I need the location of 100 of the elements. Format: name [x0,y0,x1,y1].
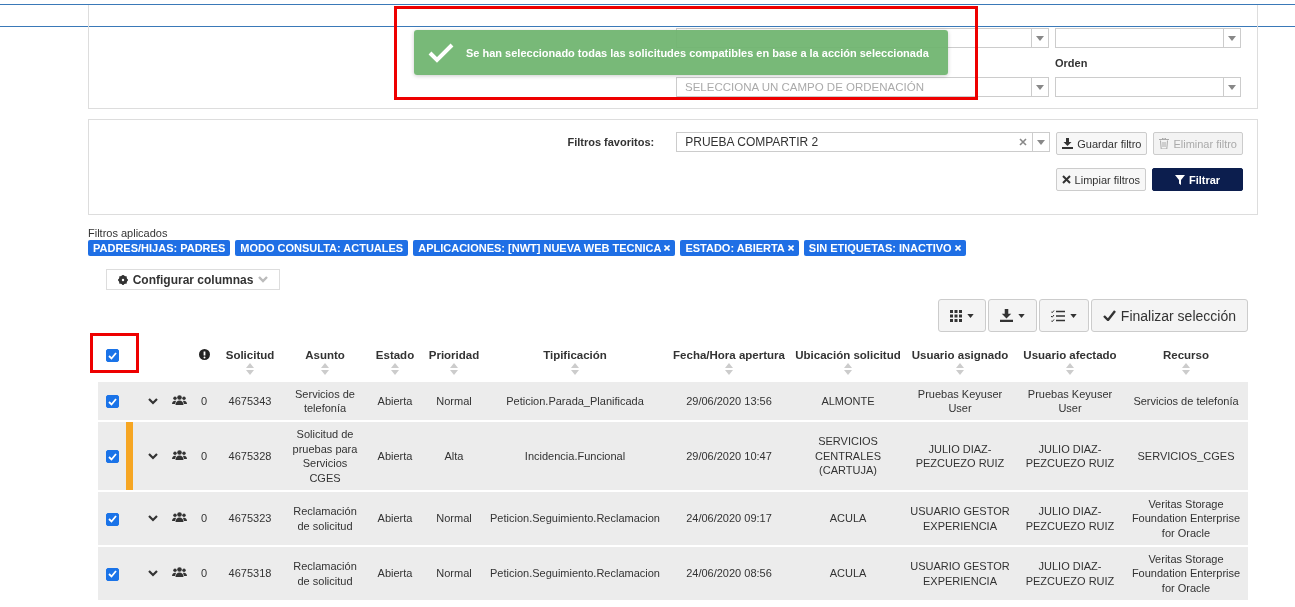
table-cell: 0 [192,491,216,546]
filter-tag: APLICACIONES: [NWT] NUEVA WEB TECNICA [413,240,676,256]
chevron-down-icon[interactable] [148,452,158,460]
users-icon [171,394,187,405]
table-cell: 4675343 [216,381,284,421]
filter-tag: ESTADO: ABIERTA [680,240,799,256]
clear-icon[interactable] [1019,138,1028,146]
chevron-down-icon [258,276,269,283]
column-header[interactable]: Usuario afectado [1023,349,1117,361]
row-checkbox[interactable] [105,512,119,526]
table-cell: Pruebas Keyuser User [1016,381,1124,421]
configure-columns-button[interactable]: Configurar columnas [106,269,280,290]
select-all-checkbox[interactable] [105,349,119,363]
table-cell: 24/06/2020 09:17 [666,491,792,546]
dropdown-arrow-icon [1228,35,1236,41]
table-cell: Abierta [366,491,424,546]
trash-icon [1159,138,1170,149]
table-cell: Peticion.Seguimiento.Reclamacion [484,546,666,600]
column-header[interactable]: Prioridad [428,349,480,361]
table-cell: 4675318 [216,546,284,600]
table-cell: SERVICIOS CENTRALES (CARTUJA) [792,421,904,491]
table-cell: 29/06/2020 13:56 [666,381,792,421]
table-cell: Abierta [366,421,424,491]
table-cell: Veritas Storage Foundation Enterprise for Oracle [1124,546,1248,600]
column-header[interactable]: Estado [375,349,415,361]
column-header[interactable]: Ubicación solicitud [795,349,901,361]
table-cell: 29/06/2020 10:47 [666,421,792,491]
column-header[interactable]: Tipificación [543,349,607,361]
column-header[interactable]: Recurso [1163,349,1209,361]
checkmark-icon [428,42,454,63]
table-cell: Servicios de telefonía [1124,381,1248,421]
chevron-down-icon[interactable] [148,515,158,523]
table-cell: 0 [192,546,216,600]
task-list-button[interactable] [1038,299,1089,332]
close-icon [1061,175,1071,184]
users-icon [171,567,187,578]
chevron-down-icon[interactable] [148,397,158,405]
table-cell: 0 [192,381,216,421]
column-header[interactable]: Asunto [305,349,345,361]
clear-filters-button[interactable]: Limpiar filtros [1055,168,1146,191]
table-cell: Reclamación de solicitud [284,491,366,546]
table-cell: Peticion.Seguimiento.Reclamacion [484,491,666,546]
caret-icon [1069,313,1077,318]
save-filter-button[interactable]: Guardar filtro [1056,132,1148,155]
checkmark-icon [1102,310,1116,321]
table-cell: JULIO DIAZ-PEZCUEZO RUIZ [1016,546,1124,600]
info-icon [198,349,210,360]
filter-tag: MODO CONSULTA: ACTUALES [235,240,409,256]
caret-icon [1017,313,1025,318]
finish-selection-button[interactable]: Finalizar selección [1090,299,1248,332]
table-cell: 4675328 [216,421,284,491]
chevron-down-icon[interactable] [148,570,158,578]
row-checkbox[interactable] [105,395,119,409]
filter-button[interactable]: Filtrar [1152,168,1243,191]
toast-message: Se han seleccionado todas las solicitudes compatibles en base a la acción seleccionada [466,46,929,59]
column-header[interactable]: Usuario asignado [911,349,1009,361]
table-cell: ACULA [792,491,904,546]
table-cell: ACULA [792,546,904,600]
row-checkbox[interactable] [105,567,119,581]
table-cell: SERVICIOS_CGES [1124,421,1248,491]
users-icon [171,512,187,523]
dropdown-arrow-icon [1228,84,1236,90]
table-cell: Reclamación de solicitud [284,546,366,600]
funnel-icon [1174,174,1185,185]
table-cell: 24/06/2020 08:56 [666,546,792,600]
highlight-frame [90,333,139,373]
table-cell: JULIO DIAZ-PEZCUEZO RUIZ [904,421,1016,491]
column-header[interactable]: Solicitud [225,349,275,361]
grid-icon [949,309,962,322]
download-icon [1062,138,1074,149]
field-label: Filtros favoritos: [567,136,655,148]
filter-tag: PADRES/HIJAS: PADRES [88,240,231,256]
column-header[interactable]: Fecha/Hora apertura [673,349,785,361]
export-button[interactable] [987,299,1037,332]
download-icon [999,309,1013,322]
table-cell: Alta [424,421,484,491]
table-cell: JULIO DIAZ-PEZCUEZO RUIZ [1016,491,1124,546]
remove-icon[interactable] [664,245,671,251]
caret-icon [966,313,974,318]
row-checkbox[interactable] [105,450,119,464]
remove-icon[interactable] [954,245,961,251]
table-cell: ALMONTE [792,381,904,421]
section-label: Filtros aplicados [88,227,169,239]
columns-view-button[interactable] [937,299,986,332]
table-cell: Abierta [366,546,424,600]
users-icon [171,449,187,460]
filter-tag: SIN ETIQUETAS: INACTIVO [803,240,966,256]
table-cell: Veritas Storage Foundation Enterprise for Oracle [1124,491,1248,546]
table-cell: JULIO DIAZ-PEZCUEZO RUIZ [1016,421,1124,491]
table-cell: USUARIO GESTOR EXPERIENCIA [904,491,1016,546]
remove-icon[interactable] [787,245,794,251]
dropdown-arrow-icon [1036,84,1044,90]
table-cell: Normal [424,491,484,546]
table-cell: 4675323 [216,491,284,546]
dropdown-arrow-icon [1037,139,1046,145]
table-cell: Abierta [366,381,424,421]
favorite-filter-select[interactable]: PRUEBA COMPARTIR 2 [676,132,1051,152]
table-cell: Incidencia.Funcional [484,421,666,491]
field-label: Orden [1055,55,1089,71]
table-cell: Solicitud de pruebas para Servicios CGES [284,421,366,491]
